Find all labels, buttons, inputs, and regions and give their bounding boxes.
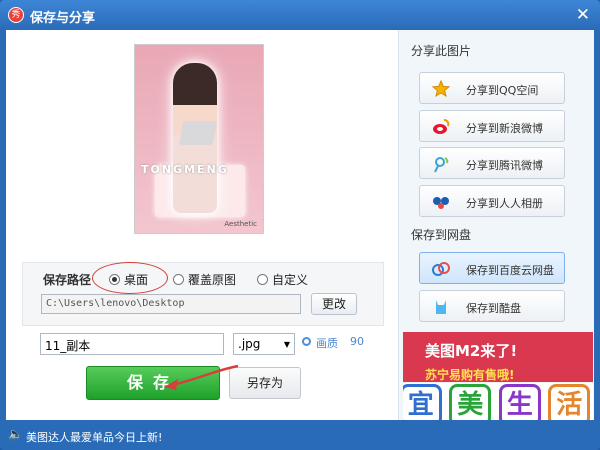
share-renren-button[interactable]: 分享到人人相册 [419,185,565,217]
save-baidu-cloud-button[interactable]: 保存到百度云网盘 [419,252,565,284]
annotation-ellipse [92,262,168,294]
renren-icon [433,197,449,209]
option-custom[interactable]: 自定义 [257,271,308,288]
tencent-weibo-icon [434,157,449,173]
quality-icon [302,337,311,346]
speaker-icon: 🔈 [8,427,23,441]
share-tencent-weibo-label: 分享到腾讯微博 [466,159,543,172]
dropdown-arrow-icon: ▼ [283,340,290,349]
save-share-dialog: 秀 保存与分享 ✕ TONGMENG Aesthetic 保存路径 桌面 覆盖原… [0,0,600,450]
preview-laptop [178,121,218,145]
promo-subtitle: 苏宁易购有售哦! [425,368,515,382]
share-tencent-weibo-button[interactable]: 分享到腾讯微博 [419,147,565,179]
watermark-char-4: 活 [548,384,591,420]
save-path-label: 保存路径 [43,273,92,287]
option-overwrite[interactable]: 覆盖原图 [173,271,236,288]
dialog-title: 保存与分享 [30,11,96,26]
watermark-char-1: 宜 [403,384,442,420]
share-qzone-label: 分享到QQ空间 [466,84,539,97]
image-preview: TONGMENG Aesthetic [134,44,264,234]
option-custom-label: 自定义 [272,273,309,287]
save-path-input[interactable]: C:\Users\lenovo\Desktop [41,294,301,314]
dialog-content: TONGMENG Aesthetic 保存路径 桌面 覆盖原图 自定义 C:\U… [6,30,594,420]
title-bar: 秀 保存与分享 ✕ [0,0,600,30]
share-qzone-button[interactable]: 分享到QQ空间 [419,72,565,104]
change-path-button[interactable]: 更改 [311,293,357,315]
weibo-icon [433,119,450,134]
share-sina-weibo-button[interactable]: 分享到新浪微博 [419,110,565,142]
radio-custom[interactable] [257,274,268,285]
annotation-arrow-icon [164,364,239,390]
cloud-section-title: 保存到网盘 [411,228,472,242]
baidu-cloud-icon [432,262,450,276]
share-section-title: 分享此图片 [411,44,472,58]
filename-input[interactable]: 11_副本 [40,333,224,355]
status-bar: 🔈 美图达人最爱单品今日上新! [0,420,600,450]
status-text[interactable]: 美图达人最爱单品今日上新! [26,429,162,445]
watermark-char-3: 生 [498,384,541,420]
radio-overwrite[interactable] [173,274,184,285]
app-logo-icon: 秀 [8,7,24,23]
share-sidebar: 分享此图片 分享到QQ空间 分享到新浪微博 分享到腾讯微博 分享到人人相册 保存… [398,30,594,420]
save-path-panel: 保存路径 桌面 覆盖原图 自定义 C:\Users\lenovo\Desktop… [22,262,384,326]
save-baidu-cloud-label: 保存到百度云网盘 [466,264,554,277]
preview-brand-text: TONGMENG [141,163,229,176]
watermark-char-2: 美 [449,384,492,420]
option-overwrite-label: 覆盖原图 [188,273,237,287]
save-panel-area: TONGMENG Aesthetic 保存路径 桌面 覆盖原图 自定义 C:\U… [6,30,398,420]
quality-value: 90 [350,335,364,348]
close-button[interactable]: ✕ [576,5,590,25]
promo-banner[interactable]: 美图M2来了! 苏宁易购有售哦! 宜 美 生 活 [403,332,593,420]
kupan-icon [436,300,446,314]
share-renren-label: 分享到人人相册 [466,197,543,210]
preview-watermark: Aesthetic [224,220,257,228]
save-kupan-button[interactable]: 保存到酷盘 [419,290,565,322]
watermark-logo: 宜 美 生 活 [403,382,593,420]
star-icon [432,80,450,98]
promo-title: 美图M2来了! [425,342,518,360]
extension-value: .jpg [238,337,261,351]
share-sina-weibo-label: 分享到新浪微博 [466,122,543,135]
extension-select[interactable]: .jpg ▼ [233,333,295,355]
save-kupan-label: 保存到酷盘 [466,302,521,315]
quality-label[interactable]: 画质 [316,335,338,351]
